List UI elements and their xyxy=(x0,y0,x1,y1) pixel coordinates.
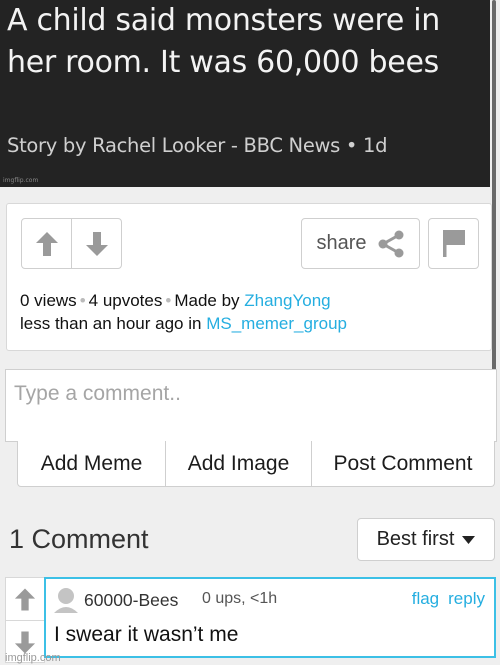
avatar-icon xyxy=(54,588,78,613)
add-meme-button[interactable]: Add Meme xyxy=(18,441,165,486)
separator: • xyxy=(165,291,172,310)
author-link[interactable]: ZhangYong xyxy=(244,291,330,310)
sort-label: Best first xyxy=(376,528,455,550)
comment-text: I swear it wasn’t me xyxy=(54,623,239,646)
upvotes-count: 4 upvotes xyxy=(88,291,163,310)
caret-down-icon xyxy=(462,535,476,544)
article-title: A child said monsters were in her room. … xyxy=(7,3,440,80)
post-meta: 0 views • 4 upvotes • Made by ZhangYong less… xyxy=(20,289,347,335)
article-header: A child said monsters were in her room. … xyxy=(0,0,490,187)
share-label: share xyxy=(316,232,367,254)
comment-placeholder: Type a comment.. xyxy=(14,382,181,405)
comment-username[interactable]: 60000-Bees xyxy=(84,590,178,611)
arrow-down-icon xyxy=(14,631,36,653)
time-label: less than an hour ago in xyxy=(20,314,202,333)
post-comment-button[interactable]: Post Comment xyxy=(311,441,494,486)
watermark-bottom: imgflip.com xyxy=(5,652,61,664)
scrollbar-thumb[interactable] xyxy=(492,0,496,395)
watermark: imgflip.com xyxy=(3,177,39,184)
arrow-up-icon xyxy=(14,588,36,610)
arrow-up-icon xyxy=(35,231,58,256)
separator: • xyxy=(79,291,86,310)
comment-count: 1 Comment xyxy=(9,524,149,554)
share-button[interactable]: share xyxy=(301,218,420,269)
comment-vote xyxy=(5,577,45,663)
downvote-button[interactable] xyxy=(71,219,121,268)
comment-info: 0 ups, <1h xyxy=(202,590,278,607)
made-by-label: Made by xyxy=(174,291,240,310)
flag-button[interactable] xyxy=(428,218,479,269)
sort-dropdown[interactable]: Best first xyxy=(357,518,495,561)
post-stats-line: 0 views • 4 upvotes • Made by ZhangYong xyxy=(20,289,347,312)
comment-flag-link[interactable]: flag xyxy=(412,589,439,609)
article-byline: Story by Rachel Looker - BBC News • 1d xyxy=(7,134,388,157)
composer-buttons: Add Meme Add Image Post Comment xyxy=(17,441,495,487)
vote-buttons xyxy=(21,218,122,269)
comment-upvote-button[interactable] xyxy=(6,578,44,620)
post-time-line: less than an hour ago in MS_memer_group xyxy=(20,312,347,335)
comment-actions: flag reply xyxy=(412,589,485,609)
add-image-button[interactable]: Add Image xyxy=(165,441,311,486)
stream-link[interactable]: MS_memer_group xyxy=(206,314,347,333)
arrow-down-icon xyxy=(85,231,108,256)
flag-icon xyxy=(442,229,465,257)
comment-input[interactable]: Type a comment.. xyxy=(5,369,497,442)
share-icon xyxy=(378,230,404,257)
upvote-button[interactable] xyxy=(22,219,71,268)
comment-item: 60000-Bees 0 ups, <1h flag reply I swear… xyxy=(44,577,496,658)
views-count: 0 views xyxy=(20,291,77,310)
comment-reply-link[interactable]: reply xyxy=(448,589,485,609)
